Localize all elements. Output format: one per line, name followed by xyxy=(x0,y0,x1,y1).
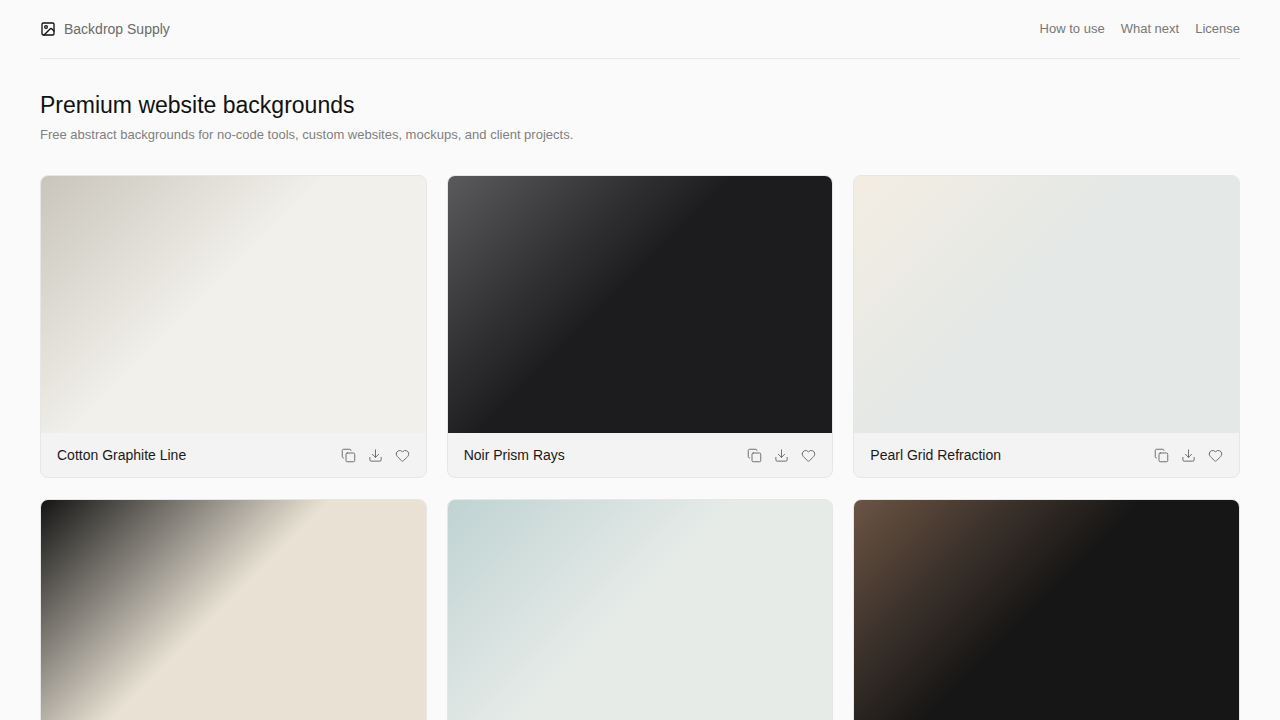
download-icon xyxy=(1181,448,1196,463)
background-preview[interactable] xyxy=(448,176,833,433)
copy-button[interactable] xyxy=(341,448,356,463)
download-icon xyxy=(368,448,383,463)
background-preview[interactable] xyxy=(41,176,426,433)
heart-icon xyxy=(395,448,410,463)
page: Backdrop Supply How to use What next Licens… xyxy=(0,0,1280,720)
brand[interactable]: Backdrop Supply xyxy=(40,19,170,40)
download-icon xyxy=(774,448,789,463)
page-title: Premium website backgrounds xyxy=(40,90,1240,120)
background-card[interactable]: Noir Prism Rays xyxy=(447,175,834,478)
card-title: Noir Prism Rays xyxy=(464,445,565,466)
logo-icon xyxy=(40,21,56,37)
card-footer: Noir Prism Rays xyxy=(448,433,833,477)
card-actions xyxy=(747,448,816,463)
nav: How to use What next License xyxy=(1040,19,1240,39)
nav-link[interactable]: How to use xyxy=(1040,19,1105,39)
card-footer: Cotton Graphite Line xyxy=(41,433,426,477)
card-title: Cotton Graphite Line xyxy=(57,445,186,466)
heart-icon xyxy=(1208,448,1223,463)
copy-icon xyxy=(341,448,356,463)
favorite-button[interactable] xyxy=(801,448,816,463)
background-grid: Cotton Graphite Line Noir Prism Rays Pearl… xyxy=(40,175,1240,720)
background-preview[interactable] xyxy=(854,176,1239,433)
page-subtitle: Free abstract backgrounds for no-code to… xyxy=(40,125,1240,145)
favorite-button[interactable] xyxy=(1208,448,1223,463)
copy-icon xyxy=(1154,448,1169,463)
copy-icon xyxy=(747,448,762,463)
background-preview[interactable] xyxy=(854,500,1239,720)
background-card[interactable] xyxy=(40,499,427,720)
copy-button[interactable] xyxy=(747,448,762,463)
card-title: Pearl Grid Refraction xyxy=(870,445,1001,466)
site-header: Backdrop Supply How to use What next Licens… xyxy=(40,0,1240,59)
copy-button[interactable] xyxy=(1154,448,1169,463)
favorite-button[interactable] xyxy=(395,448,410,463)
card-footer: Pearl Grid Refraction xyxy=(854,433,1239,477)
background-card[interactable]: Cotton Graphite Line xyxy=(40,175,427,478)
download-button[interactable] xyxy=(774,448,789,463)
card-actions xyxy=(341,448,410,463)
background-card[interactable] xyxy=(447,499,834,720)
background-preview[interactable] xyxy=(41,500,426,720)
download-button[interactable] xyxy=(368,448,383,463)
background-card[interactable] xyxy=(853,499,1240,720)
heart-icon xyxy=(801,448,816,463)
nav-link[interactable]: License xyxy=(1195,19,1240,39)
card-actions xyxy=(1154,448,1223,463)
background-preview[interactable] xyxy=(448,500,833,720)
background-card[interactable]: Pearl Grid Refraction xyxy=(853,175,1240,478)
nav-link[interactable]: What next xyxy=(1121,19,1180,39)
download-button[interactable] xyxy=(1181,448,1196,463)
